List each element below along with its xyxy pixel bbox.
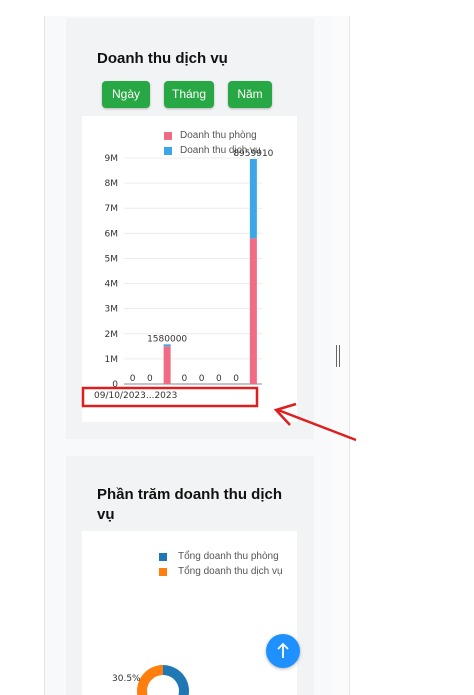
y-tick-label: 9M	[105, 154, 119, 164]
revenue-bar-svg: 0 1M 2M 3M 4M 5M 6M 7M 8M 9M 0 0 1580000 0 0 0 0 8959910 0…	[94, 149, 274, 401]
revenue-chart: Doanh thu phòng Doanh thu dịch vụ 0 1M 2M 3…	[82, 116, 297, 422]
bar-value-label: 0	[216, 374, 222, 384]
bar-value-label: 1580000	[147, 334, 187, 344]
y-tick-label: 3M	[105, 305, 119, 315]
bar-value-label: 0	[233, 374, 239, 384]
y-tick-label: 8M	[105, 179, 119, 189]
bar-value-label: 0	[147, 374, 153, 384]
bar-value-label: 0	[182, 374, 188, 384]
percent-chart: Tổng doanh thu phòng Tổng doanh thu dịch…	[82, 531, 297, 695]
percent-pie-svg: 30.5%	[112, 665, 189, 695]
bar-value-label: 0	[199, 374, 205, 384]
y-tick-label: 0	[112, 380, 118, 390]
y-tick-label: 2M	[105, 330, 119, 340]
pie-percent-label: 30.5%	[112, 674, 141, 684]
bar-value-label: 8959910	[233, 149, 273, 159]
revenue-card-title: Doanh thu dịch vụ	[97, 50, 228, 67]
bar-service	[163, 344, 171, 347]
y-tick-label: 7M	[105, 204, 119, 214]
x-tick-labels: 09/10/2023...2023	[94, 391, 177, 401]
y-tick-label: 6M	[105, 229, 119, 239]
y-tick-label: 1M	[105, 355, 119, 365]
month-button[interactable]: Tháng	[164, 81, 214, 108]
day-button[interactable]: Ngày	[102, 81, 150, 108]
bar-value-label: 0	[130, 374, 136, 384]
resize-handle[interactable]	[336, 345, 342, 367]
percent-card-title: Phần trăm doanh thu dịch vụ	[97, 486, 283, 523]
pie-slice	[137, 665, 163, 695]
year-button[interactable]: Năm	[228, 81, 272, 108]
y-tick-label: 5M	[105, 254, 119, 264]
y-tick-label: 4M	[105, 280, 119, 290]
scroll-top-button[interactable]	[266, 634, 300, 668]
bar-room	[163, 346, 171, 384]
arrow-up-icon	[277, 642, 289, 658]
bar-service	[249, 159, 257, 239]
bar-room	[249, 238, 257, 384]
